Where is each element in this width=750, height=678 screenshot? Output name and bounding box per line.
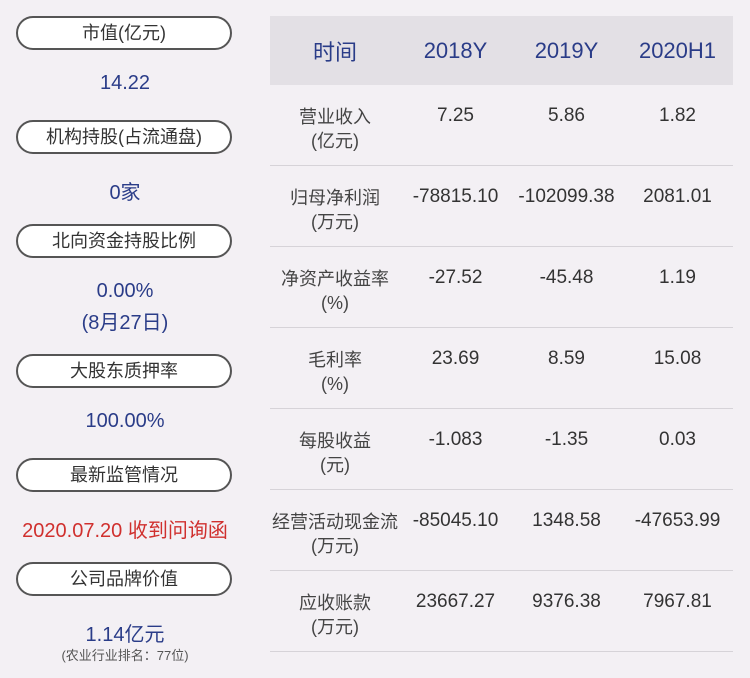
- institutional-holding-value: 0家: [109, 182, 141, 204]
- row-label: 每股收益 (元): [270, 409, 400, 489]
- table-cell: -27.52: [428, 267, 483, 288]
- table-cell: 15.08: [653, 348, 702, 369]
- header-2020h1: 2020H1: [638, 37, 717, 63]
- table-cell: 9376.38: [532, 591, 601, 612]
- institutional-holding-label: 机构持股(占流通盘): [16, 120, 232, 154]
- table-cell: 7967.81: [643, 591, 712, 612]
- table-cell: 1.82: [659, 105, 696, 126]
- brand-value-value: 1.14亿元: [85, 624, 165, 646]
- market-cap-label: 市值(亿元): [16, 16, 232, 50]
- row-name: 营业收入: [299, 107, 371, 127]
- table-cell: 5.86: [548, 105, 585, 126]
- brand-value-label: 公司品牌价值: [16, 562, 232, 596]
- table-row: 营业收入 (亿元) 7.25 5.86 1.82: [270, 85, 733, 166]
- northbound-ratio-value: 0.00%: [96, 280, 154, 302]
- table-cell: -1.083: [428, 429, 483, 450]
- row-name: 归母净利润: [290, 188, 380, 208]
- table-row: 归母净利润 (万元) -78815.10 -102099.38 2081.01: [270, 166, 733, 247]
- northbound-ratio-label: 北向资金持股比例: [16, 224, 232, 258]
- row-unit: (%): [321, 293, 349, 313]
- row-label: 净资产收益率 (%): [270, 247, 400, 327]
- row-unit: (万元): [311, 536, 359, 556]
- row-name: 毛利率: [308, 350, 362, 370]
- row-label: 经营活动现金流 (万元): [270, 490, 400, 570]
- regulatory-status-value: 2020.07.20 收到问询函: [22, 520, 228, 542]
- row-unit: (亿元): [311, 131, 359, 151]
- header-2019y: 2019Y: [534, 37, 599, 63]
- table-cell: -1.35: [544, 429, 589, 450]
- row-name: 应收账款: [299, 593, 371, 613]
- row-unit: (元): [320, 455, 350, 475]
- table-cell: -85045.10: [412, 510, 499, 531]
- table-cell: 23667.27: [415, 591, 496, 612]
- row-label: 应收账款 (万元): [270, 571, 400, 651]
- table-cell: 8.59: [548, 348, 585, 369]
- table-cell: -102099.38: [518, 186, 615, 207]
- row-unit: (万元): [311, 617, 359, 637]
- table-row: 应收账款 (万元) 23667.27 9376.38 7967.81: [270, 571, 733, 652]
- table-cell: -47653.99: [634, 510, 721, 531]
- row-label: 毛利率 (%): [270, 328, 400, 408]
- table-row: 毛利率 (%) 23.69 8.59 15.08: [270, 328, 733, 409]
- row-name: 每股收益: [299, 431, 371, 451]
- regulatory-status-label: 最新监管情况: [16, 458, 232, 492]
- table-cell: -45.48: [539, 267, 594, 288]
- table-cell: 1.19: [659, 267, 696, 288]
- row-unit: (万元): [311, 212, 359, 232]
- table-cell: 23.69: [431, 348, 480, 369]
- northbound-ratio-date: (8月27日): [81, 312, 169, 334]
- table-cell: 0.03: [659, 429, 696, 450]
- row-name: 净资产收益率: [281, 269, 389, 289]
- header-time: 时间: [312, 39, 357, 65]
- market-cap-value: 14.22: [99, 72, 151, 94]
- row-name: 经营活动现金流: [272, 512, 398, 532]
- row-unit: (%): [321, 374, 349, 394]
- table-row: 每股收益 (元) -1.083 -1.35 0.03: [270, 409, 733, 490]
- table-cell: -78815.10: [412, 186, 499, 207]
- table-row: 经营活动现金流 (万元) -85045.10 1348.58 -47653.99: [270, 490, 733, 571]
- left-panel: 市值(亿元) 14.22 机构持股(占流通盘) 0家 北向资金持股比例 0.00…: [0, 0, 250, 678]
- row-label: 营业收入 (亿元): [270, 85, 400, 165]
- header-2018y: 2018Y: [423, 37, 488, 63]
- row-label: 归母净利润 (万元): [270, 166, 400, 246]
- financial-table: 时间 2018Y 2019Y 2020H1 营业收入 (亿元) 7.25 5.86…: [270, 16, 733, 652]
- table-cell: 7.25: [437, 105, 474, 126]
- table-cell: 2081.01: [643, 186, 712, 207]
- pledge-rate-label: 大股东质押率: [16, 354, 232, 388]
- table-row: 净资产收益率 (%) -27.52 -45.48 1.19: [270, 247, 733, 328]
- table-header: 时间 2018Y 2019Y 2020H1: [270, 16, 733, 85]
- brand-value-rank-note: (农业行业排名：77位): [61, 648, 189, 663]
- table-cell: 1348.58: [532, 510, 601, 531]
- pledge-rate-value: 100.00%: [85, 410, 165, 432]
